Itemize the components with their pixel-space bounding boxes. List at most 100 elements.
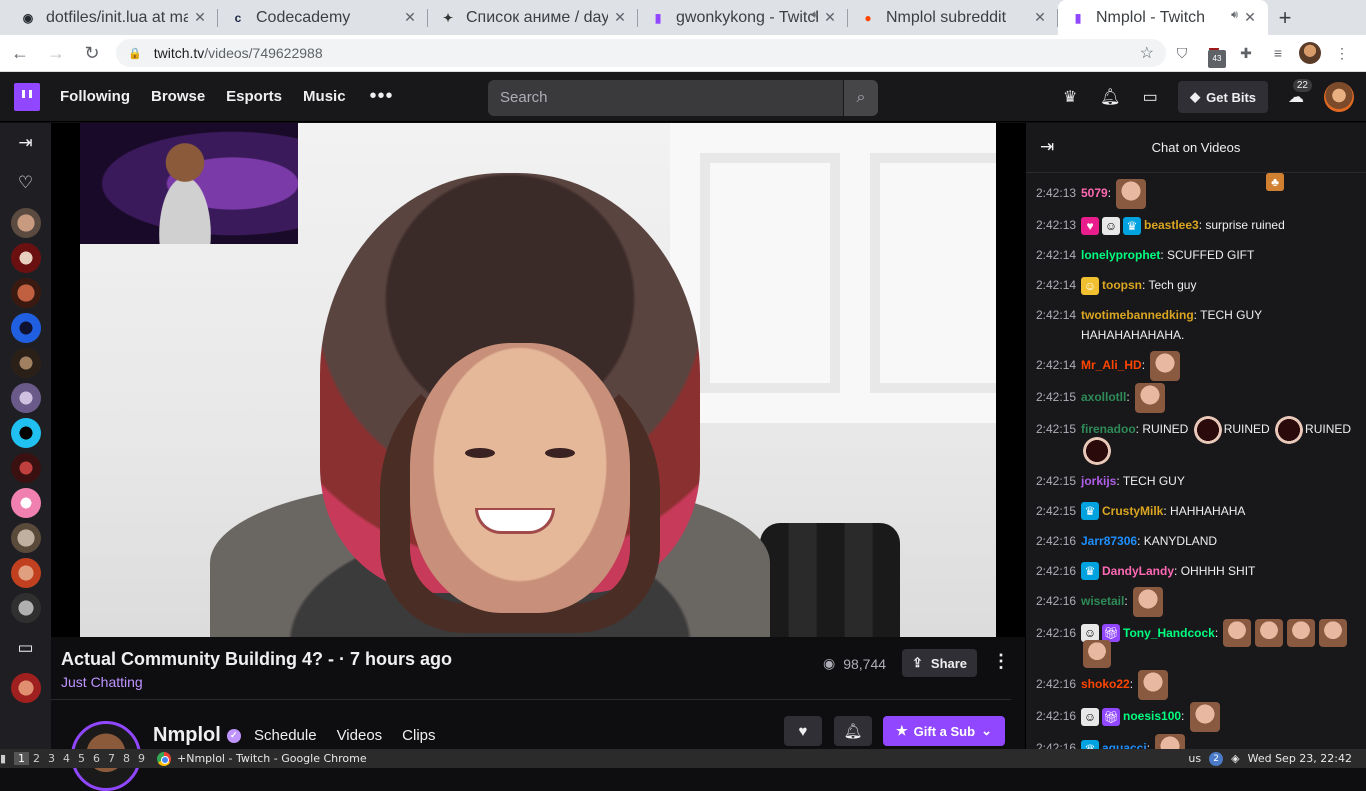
chat-username[interactable]: beastlee3 <box>1144 218 1199 232</box>
ublock-extension-icon[interactable]: ⛊43 <box>1198 37 1230 69</box>
chat-username[interactable]: aquacci <box>1102 741 1147 749</box>
browser-tab[interactable]: c Codecademy ✕ <box>218 0 428 35</box>
close-tab-icon[interactable]: ✕ <box>192 9 208 25</box>
close-tab-icon[interactable]: ✕ <box>1032 9 1048 25</box>
chat-username[interactable]: axollotll <box>1081 390 1126 404</box>
emote-icon[interactable] <box>1193 415 1222 444</box>
browser-tab[interactable]: ● Nmplol subreddit ✕ <box>848 0 1058 35</box>
workspace-4[interactable]: 4 <box>59 752 74 765</box>
chat-username[interactable]: 5079 <box>1081 186 1108 200</box>
more-options-icon[interactable]: ⋮ <box>992 651 1010 672</box>
forward-icon[interactable]: → <box>40 37 72 69</box>
workspace-2[interactable]: 2 <box>29 752 44 765</box>
channel-avatar[interactable] <box>10 673 41 703</box>
crown-badge-icon[interactable]: ♛ <box>1081 740 1099 749</box>
new-tab-plus-icon[interactable]: + <box>1268 0 1302 35</box>
workspace-8[interactable]: 8 <box>119 752 134 765</box>
emote-icon[interactable] <box>1150 351 1181 381</box>
emote-icon[interactable] <box>1319 619 1348 648</box>
discord-icon[interactable]: ◈ <box>1231 752 1239 765</box>
channel-avatar[interactable] <box>10 383 41 413</box>
emote-icon[interactable] <box>1223 619 1252 648</box>
address-bar[interactable]: 🔒 twitch.tv/videos/749622988 ☆ <box>116 39 1166 67</box>
system-menu-icon[interactable]: ▮ <box>0 752 14 765</box>
profile-avatar[interactable] <box>1294 37 1326 69</box>
collapse-chat-icon[interactable]: ⇥ <box>1040 137 1054 157</box>
channel-avatar[interactable] <box>10 348 41 378</box>
crown-badge-icon[interactable]: ♛ <box>1081 502 1099 521</box>
expand-sidebar-icon[interactable]: ⇥ <box>0 123 51 163</box>
emote-icon[interactable] <box>1138 670 1169 701</box>
workspace-9[interactable]: 9 <box>134 752 149 765</box>
close-tab-icon[interactable]: ✕ <box>822 9 838 25</box>
taskbar-window[interactable]: +Nmplol - Twitch - Google Chrome <box>157 751 367 766</box>
emote-icon[interactable] <box>1083 640 1111 669</box>
heart-followed-icon[interactable]: ♡ <box>0 163 51 203</box>
search-input[interactable]: Search <box>488 80 843 116</box>
close-tab-icon[interactable]: ✕ <box>402 9 418 25</box>
share-button[interactable]: ⇪ Share <box>902 649 978 677</box>
tab-clips[interactable]: Clips <box>402 727 435 744</box>
workspace-5[interactable]: 5 <box>74 752 89 765</box>
speaker-icon[interactable]: 🔊︎ <box>1231 9 1238 22</box>
more-dots-icon[interactable]: ••• <box>370 85 394 108</box>
whispers-icon[interactable]: ▭ <box>1130 77 1170 117</box>
emote-icon[interactable] <box>1135 383 1166 413</box>
reload-icon[interactable]: ↻ <box>76 37 108 69</box>
emote-icon[interactable] <box>1189 702 1220 733</box>
chat-username[interactable]: toopsn <box>1102 278 1142 292</box>
user-avatar[interactable] <box>1324 82 1354 112</box>
channel-name[interactable]: Nmplol ✓ <box>153 724 241 747</box>
nav-esports[interactable]: Esports <box>226 88 282 105</box>
gift-badge-icon[interactable]: 🎁︎ <box>1102 708 1120 727</box>
channel-avatar[interactable] <box>10 418 41 448</box>
close-tab-icon[interactable]: ✕ <box>1242 9 1258 25</box>
chat-username[interactable]: shoko22 <box>1081 677 1130 691</box>
media-queue-icon[interactable]: ≡ <box>1262 37 1294 69</box>
chat-username[interactable]: DandyLandy <box>1102 564 1174 578</box>
chat-username[interactable]: twotimebannedking <box>1081 308 1194 322</box>
workspace-1[interactable]: 1 <box>14 752 29 765</box>
prime-badge-icon[interactable]: ☺ <box>1081 276 1099 295</box>
nav-music[interactable]: Music <box>303 88 346 105</box>
browser-tab[interactable]: ▮ gwonkykong - Twitch 🔊︎ ✕ <box>638 0 848 35</box>
crown-badge-icon[interactable]: ♛ <box>1123 216 1141 235</box>
browser-tab[interactable]: ✦ Список аниме / day4r ✕ <box>428 0 638 35</box>
back-icon[interactable]: ← <box>4 37 36 69</box>
shield-extension-icon[interactable]: ⛉ <box>1166 37 1198 69</box>
chat-username[interactable]: noesis100 <box>1123 709 1181 723</box>
chat-username[interactable]: jorkijs <box>1081 474 1116 488</box>
crown-prime-icon[interactable]: ♛ <box>1050 77 1090 117</box>
extensions-puzzle-icon[interactable]: ✚ <box>1230 37 1262 69</box>
category-link[interactable]: Just Chatting <box>61 674 143 690</box>
close-tab-icon[interactable]: ✕ <box>612 9 628 25</box>
workspace-3[interactable]: 3 <box>44 752 59 765</box>
channel-avatar[interactable] <box>10 243 41 273</box>
tab-videos[interactable]: Videos <box>337 727 383 744</box>
channel-avatar[interactable] <box>10 313 41 343</box>
emote-icon[interactable] <box>1275 415 1304 444</box>
twitch-logo-icon[interactable] <box>14 82 40 111</box>
channel-avatar[interactable] <box>10 558 41 588</box>
bookmark-star-icon[interactable]: ☆ <box>1140 43 1154 63</box>
notifications-icon[interactable]: ☁ 22 <box>1276 77 1316 117</box>
hat-badge-icon[interactable]: ♣ <box>1266 173 1284 191</box>
glasses-badge-icon[interactable]: ☺ <box>1102 216 1120 235</box>
channel-avatar[interactable] <box>10 278 41 308</box>
chat-username[interactable]: Tony_Handcock <box>1123 626 1215 640</box>
chat-username[interactable]: wisetail <box>1081 594 1124 608</box>
video-camera-icon[interactable]: ▭ <box>0 628 51 668</box>
chat-username[interactable]: lonelyprophet <box>1081 248 1160 262</box>
bell-icon[interactable]: 🔔︎ <box>1090 77 1130 117</box>
channel-avatar[interactable] <box>10 488 41 518</box>
search-icon[interactable]: ⌕ <box>844 80 878 116</box>
gift-sub-button[interactable]: ★ Gift a Sub ⌄ <box>883 716 1005 746</box>
emote-icon[interactable] <box>1155 734 1186 749</box>
crown-badge-icon[interactable]: ♛ <box>1081 562 1099 581</box>
emote-icon[interactable] <box>1083 436 1111 465</box>
chat-username[interactable]: Mr_Ali_HD <box>1081 358 1142 372</box>
nav-following[interactable]: Following <box>60 88 130 105</box>
channel-avatar[interactable] <box>10 208 41 238</box>
browser-tab[interactable]: ▮ Nmplol - Twitch 🔊︎ ✕ <box>1058 0 1268 35</box>
emote-icon[interactable] <box>1116 179 1147 209</box>
